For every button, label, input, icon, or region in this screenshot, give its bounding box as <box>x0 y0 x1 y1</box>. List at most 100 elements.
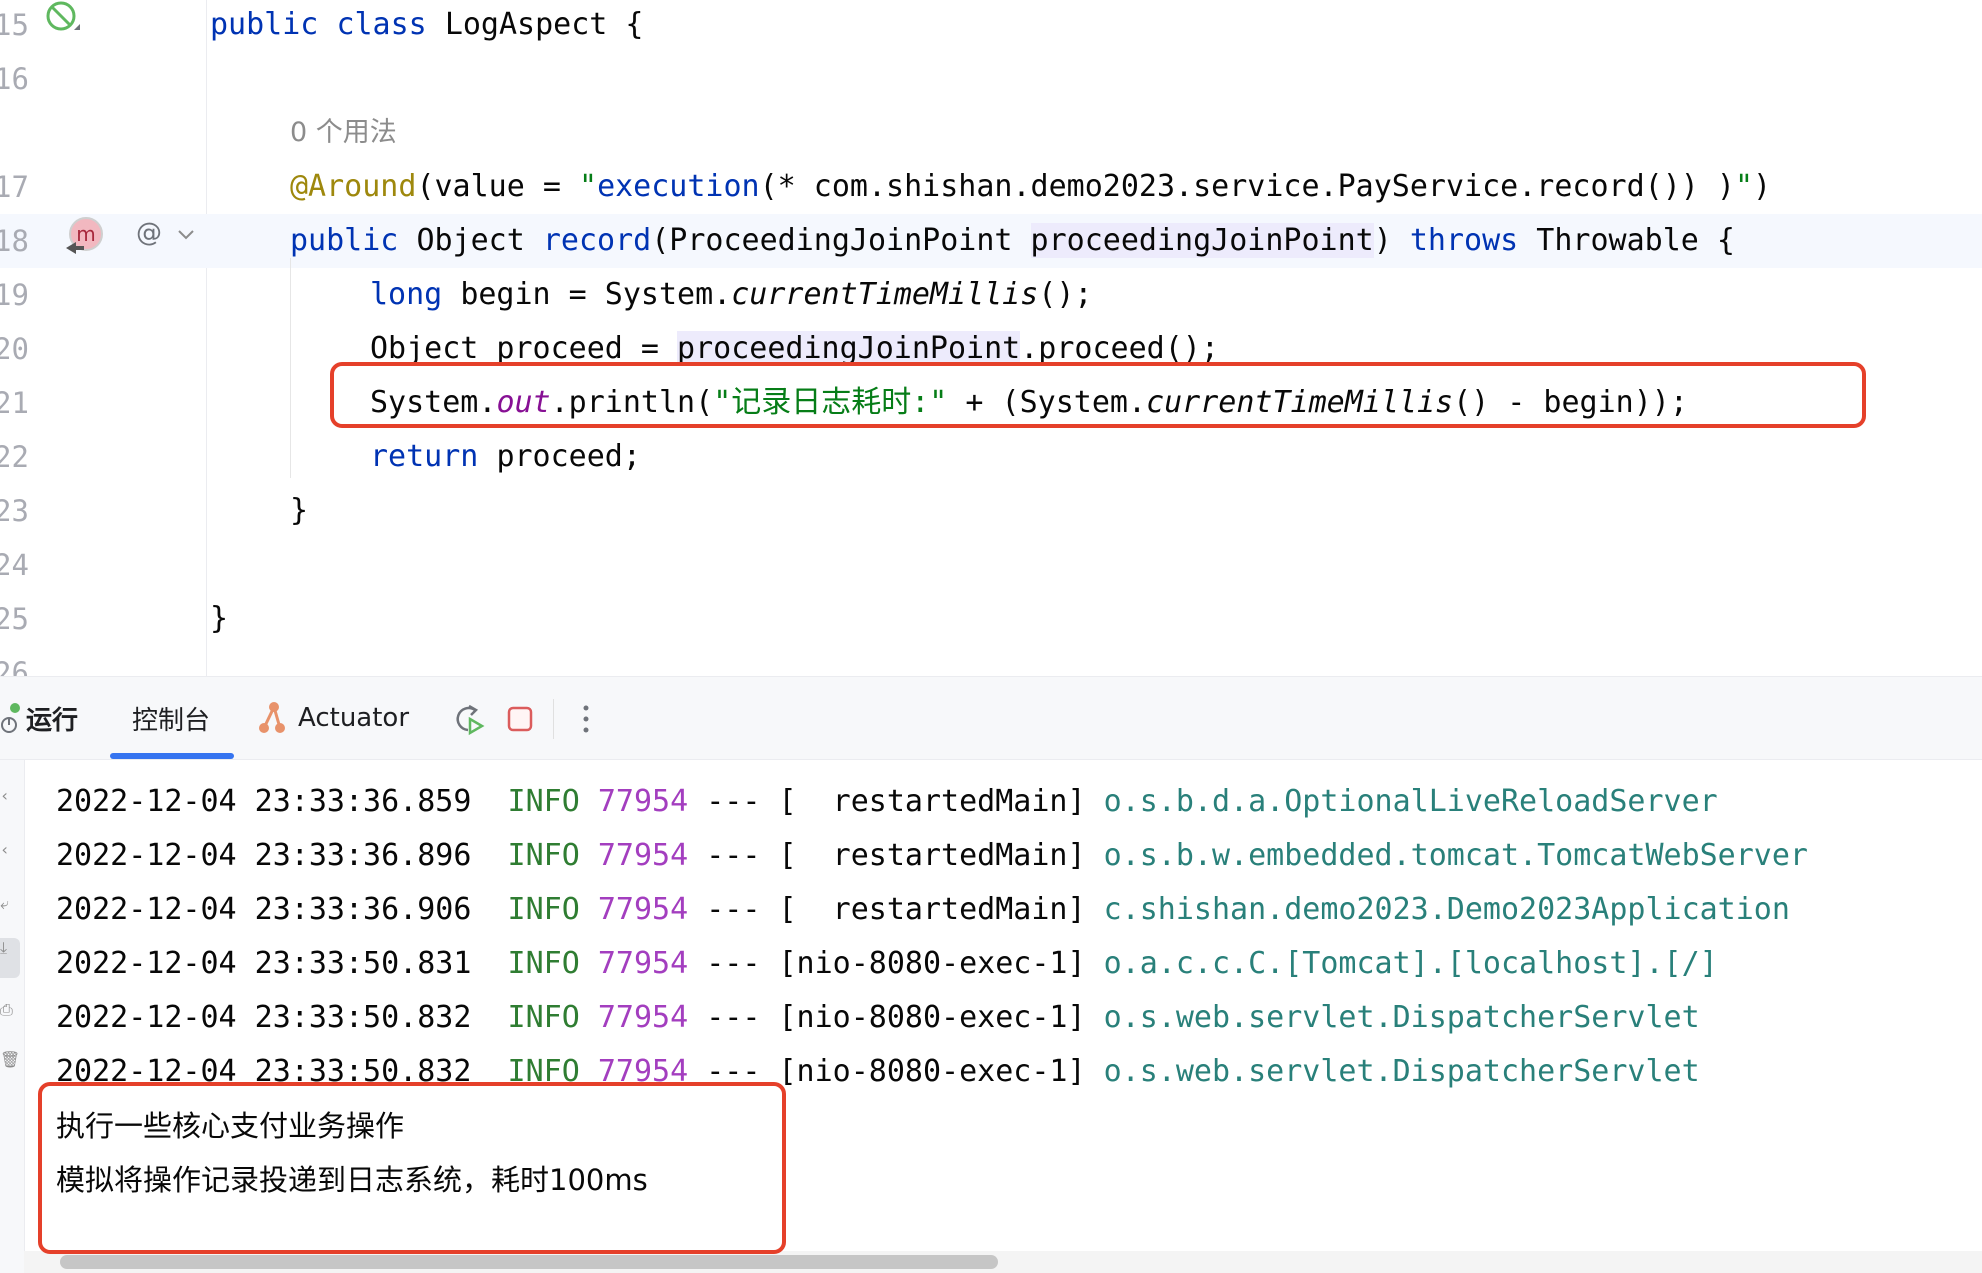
log-separator: --- <box>706 784 761 819</box>
actuator-icon <box>259 702 285 733</box>
log-row: 2022-12-04 23:33:36.896 INFO 77954 --- [… <box>56 829 1808 883</box>
code-line[interactable]: 26 <box>0 646 1982 676</box>
run-tool-window: 运行 控制台 Actuator ‹ ‹ ⤶ ⤓ ⎙ 🗑 2022-12-04 2… <box>0 676 1982 1273</box>
highlight-box-println <box>330 362 1866 428</box>
more-icon <box>583 705 589 733</box>
code-text: public Object record(ProceedingJoinPoint… <box>290 214 1735 268</box>
log-thread: [ restartedMain] <box>778 838 1086 873</box>
horizontal-scrollbar-thumb[interactable] <box>60 1255 998 1269</box>
clear-all-icon[interactable]: 🗑 <box>0 1050 20 1070</box>
log-pid: 77954 <box>597 784 689 819</box>
method-override-icon[interactable]: m <box>62 212 108 258</box>
code-token: class <box>336 7 445 42</box>
code-token: Object proceed = <box>370 331 678 366</box>
code-token: ) <box>1373 223 1410 258</box>
log-logger[interactable]: c.shishan.demo2023.Demo2023Application <box>1104 892 1790 927</box>
code-token: currentTimeMillis <box>731 277 1039 312</box>
line-number[interactable]: 25 <box>0 592 34 646</box>
log-level: INFO <box>507 892 580 927</box>
tool-window-header: 运行 控制台 Actuator <box>0 677 1982 760</box>
code-token: ) <box>1753 169 1772 204</box>
log-timestamp: 2022-12-04 23:33:50.831 <box>56 946 472 981</box>
soft-wrap-icon[interactable]: ⤶ <box>0 894 20 914</box>
log-row: 2022-12-04 23:33:50.831 INFO 77954 --- [… <box>56 937 1718 991</box>
line-number[interactable]: 23 <box>0 484 34 538</box>
usages-inlay-hint[interactable]: 0 个用法 <box>290 106 397 160</box>
scroll-to-end-icon[interactable]: ⤓ <box>0 938 20 978</box>
code-token: record <box>542 223 652 258</box>
no-bean-icon[interactable] <box>44 0 82 38</box>
code-line[interactable]: 24 <box>0 538 1982 592</box>
scroll-up-icon[interactable]: ‹ <box>0 786 20 806</box>
log-thread: [ restartedMain] <box>778 892 1086 927</box>
indent-guide <box>290 258 291 478</box>
log-timestamp: 2022-12-04 23:33:36.906 <box>56 892 472 927</box>
annotation-gutter-icon[interactable]: @ <box>136 216 200 256</box>
log-timestamp: 2022-12-04 23:33:50.832 <box>56 1000 472 1035</box>
code-token: long <box>370 277 461 312</box>
tab-run[interactable]: 运行 <box>0 677 78 759</box>
tab-console[interactable]: 控制台 <box>132 677 210 759</box>
code-line[interactable]: 17 @Around(value = "execution(* com.shish… <box>0 160 1982 214</box>
log-logger[interactable]: o.s.b.w.embedded.tomcat.TomcatWebServer <box>1104 838 1808 873</box>
chevron-down-icon <box>178 230 194 240</box>
code-token: Throwable { <box>1536 223 1735 258</box>
code-editor[interactable]: 15 public class LogAspect {16 17 @Around(va… <box>0 0 1982 676</box>
tab-actuator-label: Actuator <box>298 703 410 733</box>
line-number[interactable]: 24 <box>0 538 34 592</box>
code-token: public <box>290 223 417 258</box>
code-line[interactable]: 19 long begin = System.currentTimeMillis(… <box>0 268 1982 322</box>
code-token: (); <box>1038 277 1093 312</box>
log-level: INFO <box>507 946 580 981</box>
code-token: (* com.shishan.demo2023.service.PayServi… <box>759 169 1735 204</box>
line-number[interactable]: 17 <box>0 160 34 214</box>
run-icon <box>1 703 20 733</box>
line-number[interactable]: 19 <box>0 268 34 322</box>
stop-icon <box>507 706 533 732</box>
rerun-button[interactable] <box>448 699 488 739</box>
line-number[interactable]: 26 <box>0 646 34 676</box>
line-number[interactable]: 15 <box>0 0 34 52</box>
log-separator: --- <box>706 838 761 873</box>
log-thread: [nio-8080-exec-1] <box>778 1054 1086 1089</box>
code-token: proceedingJoinPoint <box>1030 223 1374 258</box>
code-line[interactable]: 25} <box>0 592 1982 646</box>
code-token: return <box>370 439 497 474</box>
line-number[interactable]: 20 <box>0 322 34 376</box>
line-number[interactable]: 21 <box>0 376 34 430</box>
code-line[interactable]: 16 <box>0 52 1982 106</box>
log-logger[interactable]: o.s.web.servlet.DispatcherServlet <box>1104 1054 1700 1089</box>
print-icon[interactable]: ⎙ <box>0 1000 20 1020</box>
code-token: .proceed(); <box>1020 331 1219 366</box>
log-logger[interactable]: o.s.b.d.a.OptionalLiveReloadServer <box>1104 784 1718 819</box>
log-pid: 77954 <box>597 946 689 981</box>
log-timestamp: 2022-12-04 23:33:36.896 <box>56 838 472 873</box>
log-pid: 77954 <box>597 1000 689 1035</box>
log-level: INFO <box>507 784 580 819</box>
log-logger[interactable]: o.s.web.servlet.DispatcherServlet <box>1104 1000 1700 1035</box>
stop-button[interactable] <box>500 699 540 739</box>
code-text: } <box>210 592 228 646</box>
code-line[interactable]: 22 return proceed; <box>0 430 1982 484</box>
log-row: 2022-12-04 23:33:36.859 INFO 77954 --- [… <box>56 775 1718 829</box>
code-line[interactable]: 23} <box>0 484 1982 538</box>
line-number[interactable]: 22 <box>0 430 34 484</box>
line-number[interactable]: 16 <box>0 52 34 106</box>
line-number[interactable]: 18 <box>0 214 34 268</box>
code-token: } <box>210 601 229 636</box>
tab-actuator[interactable]: Actuator <box>258 677 409 759</box>
code-token: begin = System. <box>460 277 732 312</box>
code-text: } <box>290 484 308 538</box>
more-button[interactable] <box>566 699 606 739</box>
code-line[interactable]: 15 public class LogAspect { <box>0 0 1982 52</box>
code-token: execution <box>597 169 760 204</box>
scroll-down-icon[interactable]: ‹ <box>0 840 20 860</box>
code-token: proceedingJoinPoint <box>677 331 1021 366</box>
log-logger[interactable]: o.a.c.c.C.[Tomcat].[localhost].[/] <box>1104 946 1718 981</box>
code-token: proceed; <box>496 439 641 474</box>
code-token: throws <box>1409 223 1537 258</box>
tab-run-label: 运行 <box>26 705 79 736</box>
log-separator: --- <box>706 892 761 927</box>
active-tab-indicator <box>110 753 234 759</box>
code-line[interactable]: 18 public Object record(ProceedingJoinPoi… <box>0 214 1982 268</box>
